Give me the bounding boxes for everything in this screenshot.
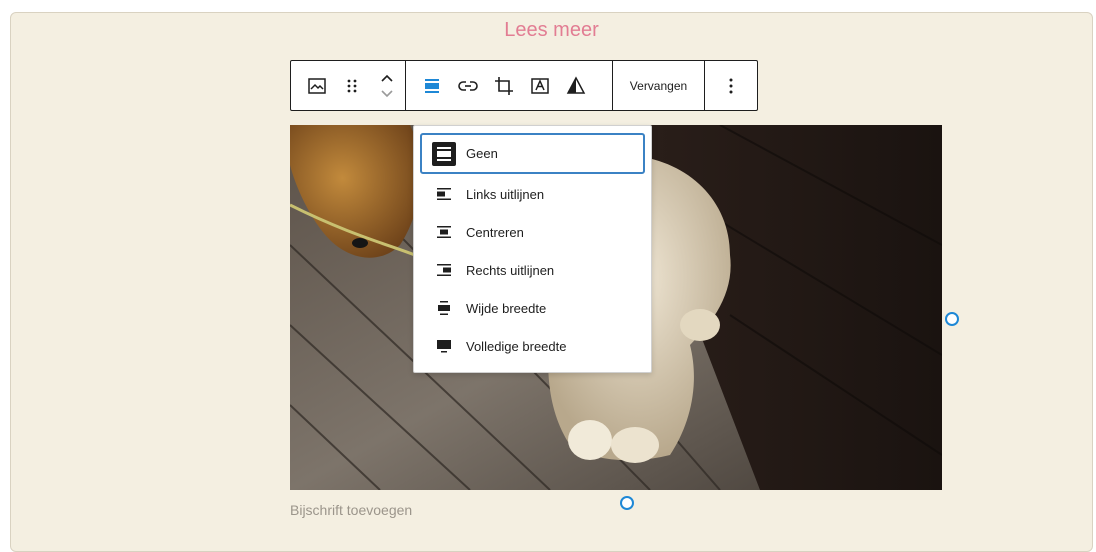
menu-item-label: Centreren xyxy=(466,224,524,240)
drag-button[interactable] xyxy=(335,70,370,102)
replace-button[interactable]: Vervangen xyxy=(630,70,687,102)
text-overlay-button[interactable] xyxy=(522,70,558,102)
menu-item-label: Volledige breedte xyxy=(466,338,567,354)
image-block-button[interactable] xyxy=(305,70,329,102)
menu-item-align-left[interactable]: Links uitlijnen xyxy=(420,175,645,213)
toolbar-group-replace: Vervangen xyxy=(613,61,705,110)
resize-handle-bottom[interactable] xyxy=(620,496,634,510)
menu-item-label: Geen xyxy=(466,146,498,161)
read-more-link[interactable]: Lees meer xyxy=(11,19,1092,42)
menu-item-label: Links uitlijnen xyxy=(466,186,545,202)
align-dropdown-menu: Geen Links uitlijnen Centreren Rechts ui… xyxy=(413,125,652,373)
duotone-button[interactable] xyxy=(558,70,594,102)
crop-button[interactable] xyxy=(486,70,522,102)
align-full-icon xyxy=(432,334,456,358)
link-button[interactable] xyxy=(450,70,486,102)
align-wide-icon xyxy=(432,296,456,320)
align-right-icon xyxy=(432,258,456,282)
align-button[interactable] xyxy=(420,70,444,102)
replace-button-label: Vervangen xyxy=(629,78,688,93)
block-toolbar: Vervangen xyxy=(290,60,758,111)
toolbar-group-block xyxy=(291,61,406,110)
resize-handle-right[interactable] xyxy=(945,312,959,326)
drag-handle-icon xyxy=(347,79,357,92)
menu-item-label: Wijde breedte xyxy=(466,300,547,316)
align-none-icon xyxy=(432,141,456,166)
link-icon xyxy=(458,80,478,91)
toolbar-group-tools xyxy=(406,61,613,110)
menu-item-align-center[interactable]: Centreren xyxy=(420,213,645,251)
menu-item-align-right[interactable]: Rechts uitlijnen xyxy=(420,251,645,289)
text-overlay-icon xyxy=(531,77,549,94)
align-left-icon xyxy=(432,182,456,206)
more-icon xyxy=(729,78,733,93)
toolbar-group-options xyxy=(705,61,757,110)
more-options-button[interactable] xyxy=(728,70,734,102)
duotone-icon xyxy=(566,75,586,94)
move-button[interactable] xyxy=(370,70,405,102)
crop-icon xyxy=(495,76,513,95)
move-updown-icon xyxy=(381,74,393,97)
align-icon xyxy=(425,78,439,93)
image-icon xyxy=(308,77,326,94)
menu-item-align-full[interactable]: Volledige breedte xyxy=(420,327,645,365)
menu-item-align-none[interactable]: Geen xyxy=(420,133,645,174)
menu-item-label: Rechts uitlijnen xyxy=(466,262,555,278)
caption-input[interactable]: Bijschrift toevoegen xyxy=(290,502,412,518)
menu-item-align-wide[interactable]: Wijde breedte xyxy=(420,289,645,327)
align-center-icon xyxy=(432,220,456,244)
